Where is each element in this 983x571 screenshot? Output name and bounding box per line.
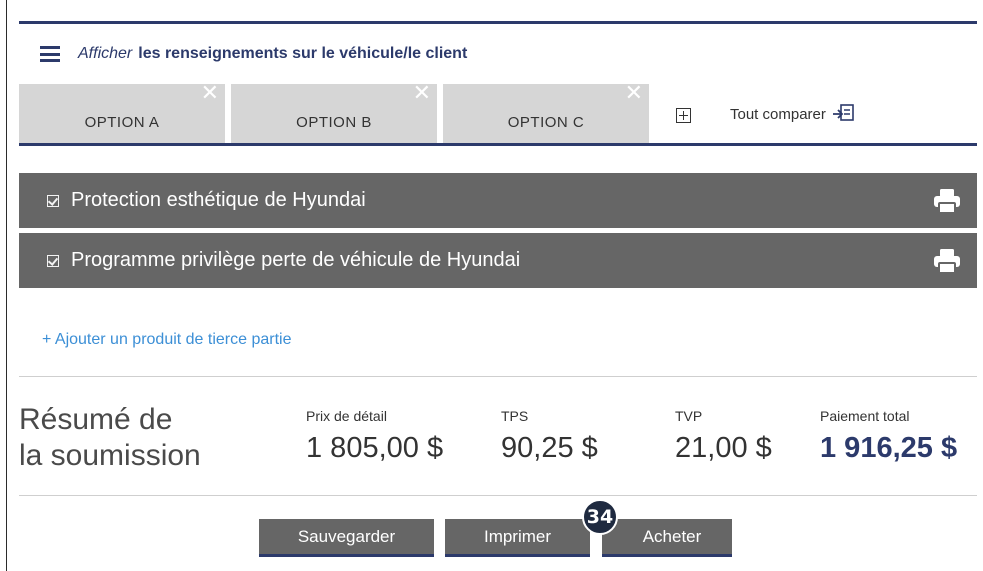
divider	[19, 376, 977, 377]
close-icon[interactable]: ✕	[201, 82, 219, 104]
vehicle-client-info-link[interactable]: Afficher les renseignements sur le véhicu…	[78, 45, 467, 63]
add-option-icon[interactable]	[676, 108, 691, 123]
total-payment-value: 1 916,25 $	[820, 432, 958, 464]
buy-button[interactable]: Acheter	[602, 519, 732, 557]
summary-title-line1: Résumé de	[19, 403, 173, 436]
top-divider	[19, 21, 977, 24]
gst-label: TPS	[501, 408, 529, 424]
tab-option-b[interactable]: OPTION B ✕	[231, 82, 437, 144]
retail-price-value: 1 805,00 $	[306, 432, 444, 464]
close-icon[interactable]: ✕	[625, 82, 643, 104]
tab-label: OPTION C	[507, 114, 585, 131]
divider	[19, 495, 977, 496]
retail-price-label: Prix de détail	[306, 408, 387, 424]
checkbox-icon[interactable]	[47, 194, 59, 207]
total-payment-label: Paiement total	[820, 408, 910, 424]
print-button[interactable]: Imprimer	[445, 519, 590, 557]
gst-column: TPS 90,25 $	[501, 408, 598, 465]
retail-price-column: Prix de détail 1 805,00 $	[306, 408, 443, 465]
product-row-aesthetic-protection[interactable]: Protection esthétique de Hyundai	[19, 173, 977, 228]
menu-icon[interactable]	[40, 46, 60, 62]
info-prefix: Afficher	[78, 45, 133, 62]
summary-title: Résumé de la soumission	[19, 402, 201, 474]
step-badge: 34	[582, 499, 618, 535]
close-icon[interactable]: ✕	[413, 82, 431, 104]
pst-column: TVP 21,00 $	[675, 408, 772, 465]
vehicle-client-info-row[interactable]: Afficher les renseignements sur le véhicu…	[40, 42, 467, 66]
compare-all-button[interactable]: Tout comparer	[730, 104, 854, 124]
printer-icon[interactable]	[933, 188, 961, 214]
tabs-underline	[19, 143, 977, 146]
product-label: Protection esthétique de Hyundai	[71, 189, 366, 211]
total-payment-column: Paiement total 1 916,25 $	[820, 408, 957, 465]
tab-option-c[interactable]: OPTION C ✕	[443, 82, 649, 144]
gst-value: 90,25 $	[501, 432, 598, 464]
info-text: les renseignements sur le véhicule/le cl…	[138, 45, 468, 62]
add-third-party-link[interactable]: + Ajouter un produit de tierce partie	[42, 331, 292, 349]
compare-all-label: Tout comparer	[730, 105, 826, 123]
left-border	[6, 0, 7, 571]
product-label: Programme privilège perte de véhicule de…	[71, 249, 521, 271]
tab-label: OPTION A	[84, 114, 160, 131]
summary-title-line2: la soumission	[19, 439, 201, 472]
pst-value: 21,00 $	[675, 432, 772, 464]
pst-label: TVP	[675, 408, 703, 424]
tab-option-a[interactable]: OPTION A ✕	[19, 82, 225, 144]
product-row-vehicle-loss[interactable]: Programme privilège perte de véhicule de…	[19, 233, 977, 288]
printer-icon[interactable]	[933, 248, 961, 274]
checkbox-icon[interactable]	[47, 254, 59, 267]
save-button[interactable]: Sauvegarder	[259, 519, 434, 557]
tab-label: OPTION B	[296, 114, 372, 131]
compare-icon	[832, 104, 854, 121]
